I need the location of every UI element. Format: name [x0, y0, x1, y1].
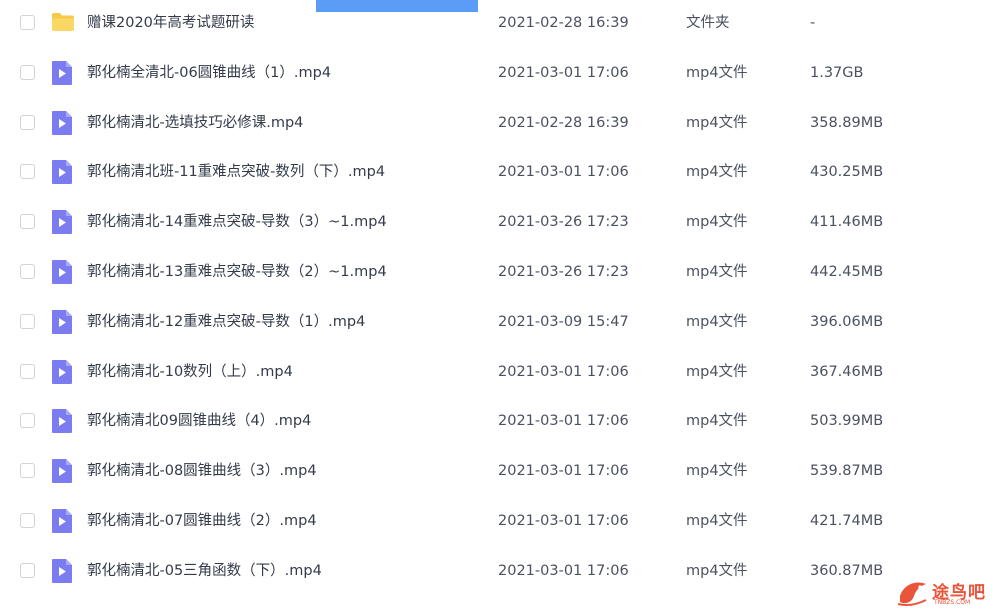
- file-row[interactable]: 郭化楠清北09圆锥曲线（4）.mp4 2021-03-01 17:06 mp4文件 5…: [0, 397, 1000, 447]
- video-file-icon: [51, 309, 73, 335]
- row-checkbox[interactable]: [20, 64, 35, 80]
- row-checkbox[interactable]: [20, 313, 35, 329]
- row-checkbox[interactable]: [20, 463, 35, 479]
- file-type: mp4文件: [686, 264, 748, 280]
- file-size: 411.46MB: [810, 214, 884, 231]
- file-name[interactable]: 郭化楠清北班-11重难点突破-数列（下）.mp4: [87, 162, 385, 182]
- video-file-icon: [51, 259, 73, 285]
- video-file-icon: [51, 159, 73, 185]
- file-row[interactable]: 郭化楠清北-14重难点突破-导数（3）~1.mp4 2021-03-26 17:2…: [0, 198, 1000, 248]
- folder-icon: [51, 11, 74, 37]
- file-size: 367.46MB: [810, 363, 884, 380]
- file-size: -: [810, 15, 816, 31]
- row-checkbox[interactable]: [20, 114, 35, 130]
- file-modified-date: 2021-02-28 16:39: [498, 114, 629, 131]
- file-row[interactable]: 郭化楠清北班-11重难点突破-数列（下）.mp4 2021-03-01 17:06…: [0, 148, 1000, 198]
- file-type: mp4文件: [686, 114, 748, 131]
- file-size: 430.25MB: [810, 164, 884, 181]
- file-modified-date: 2021-03-01 17:06: [498, 413, 629, 430]
- file-row[interactable]: 郭化楠清北-05三角函数（下）.mp4 2021-03-01 17:06 mp4文件…: [0, 547, 1000, 597]
- file-modified-date: 2021-02-28 16:39: [498, 15, 629, 31]
- file-name[interactable]: 郭化楠清北-14重难点突破-导数（3）~1.mp4: [87, 212, 387, 232]
- file-type: mp4文件: [686, 463, 748, 480]
- site-watermark: 途鸟吧 TNBZS.COM: [896, 577, 992, 609]
- file-row[interactable]: 郭化楠清北-选填技巧必修课.mp4 2021-02-28 16:39 mp4文件 35…: [0, 99, 1000, 149]
- video-file-icon: [51, 110, 73, 136]
- bird-logo-icon: [897, 582, 927, 606]
- file-manager-viewport: 赠课2020年高考试题研读 2021-02-28 16:39 文件夹 - 郭化楠全清北-…: [0, 0, 1000, 614]
- row-checkbox[interactable]: [20, 264, 35, 279]
- video-file-icon: [51, 60, 73, 86]
- row-checkbox[interactable]: [20, 413, 35, 429]
- file-size: 1.37GB: [810, 64, 864, 81]
- video-file-icon: [51, 458, 73, 484]
- file-name[interactable]: 郭化楠清北-12重难点突破-导数（1）.mp4: [87, 312, 365, 332]
- file-name[interactable]: 郭化楠清北-08圆锥曲线（3）.mp4: [87, 461, 317, 481]
- file-name[interactable]: 郭化楠清北-05三角函数（下）.mp4: [87, 561, 322, 581]
- file-modified-date: 2021-03-26 17:23: [498, 264, 629, 280]
- file-size: 360.87MB: [810, 562, 884, 579]
- file-row[interactable]: 郭化楠清北-08圆锥曲线（3）.mp4 2021-03-01 17:06 mp4文件…: [0, 447, 1000, 497]
- watermark-subtext: TNBZS.COM: [934, 599, 971, 606]
- file-row[interactable]: 郭化楠清北-07圆锥曲线（2）.mp4 2021-03-01 17:06 mp4文件…: [0, 497, 1000, 547]
- video-file-icon: [51, 408, 73, 434]
- file-modified-date: 2021-03-01 17:06: [498, 363, 629, 380]
- video-file-icon: [51, 359, 73, 385]
- video-file-icon: [51, 558, 73, 584]
- file-type: 文件夹: [686, 15, 730, 31]
- file-name[interactable]: 郭化楠清北09圆锥曲线（4）.mp4: [87, 411, 311, 431]
- file-size: 396.06MB: [810, 313, 884, 330]
- file-size: 539.87MB: [810, 463, 884, 480]
- file-modified-date: 2021-03-01 17:06: [498, 463, 629, 480]
- row-checkbox[interactable]: [20, 562, 35, 578]
- file-row[interactable]: 赠课2020年高考试题研读 2021-02-28 16:39 文件夹 -: [0, 0, 1000, 49]
- file-modified-date: 2021-03-09 15:47: [498, 313, 629, 330]
- row-checkbox[interactable]: [20, 363, 35, 379]
- file-size: 358.89MB: [810, 114, 884, 131]
- video-file-icon: [51, 209, 73, 235]
- file-type: mp4文件: [686, 164, 748, 181]
- file-type: mp4文件: [686, 313, 748, 330]
- file-name[interactable]: 郭化楠清北-10数列（上）.mp4: [87, 362, 293, 382]
- file-type: mp4文件: [686, 214, 748, 231]
- file-row[interactable]: 郭化楠全清北-06圆锥曲线（1）.mp4 2021-03-01 17:06 mp4文…: [0, 49, 1000, 99]
- file-modified-date: 2021-03-01 17:06: [498, 562, 629, 579]
- file-size: 421.74MB: [810, 513, 884, 529]
- file-name[interactable]: 郭化楠清北-选填技巧必修课.mp4: [87, 113, 303, 133]
- file-modified-date: 2021-03-01 17:06: [498, 164, 629, 181]
- file-name[interactable]: 郭化楠清北-07圆锥曲线（2）.mp4: [87, 511, 317, 531]
- file-size: 442.45MB: [810, 264, 884, 280]
- file-type: mp4文件: [686, 64, 748, 81]
- row-checkbox[interactable]: [20, 164, 35, 180]
- file-type: mp4文件: [686, 363, 748, 380]
- file-type: mp4文件: [686, 562, 748, 579]
- file-size: 503.99MB: [810, 413, 884, 430]
- file-type: mp4文件: [686, 413, 748, 430]
- file-name[interactable]: 郭化楠全清北-06圆锥曲线（1）.mp4: [87, 63, 331, 83]
- file-row[interactable]: 郭化楠清北-13重难点突破-导数（2）~1.mp4 2021-03-26 17:2…: [0, 248, 1000, 298]
- row-checkbox[interactable]: [20, 15, 35, 30]
- row-checkbox[interactable]: [20, 214, 35, 230]
- video-file-icon: [51, 508, 73, 534]
- row-checkbox[interactable]: [20, 513, 35, 528]
- file-modified-date: 2021-03-01 17:06: [498, 513, 629, 529]
- file-row[interactable]: 郭化楠清北-10数列（上）.mp4 2021-03-01 17:06 mp4文件 36…: [0, 348, 1000, 398]
- file-type: mp4文件: [686, 513, 748, 529]
- file-row[interactable]: 郭化楠清北-12重难点突破-导数（1）.mp4 2021-03-09 15:47 m…: [0, 298, 1000, 348]
- file-name[interactable]: 赠课2020年高考试题研读: [87, 13, 254, 33]
- file-modified-date: 2021-03-26 17:23: [498, 214, 629, 231]
- file-name[interactable]: 郭化楠清北-13重难点突破-导数（2）~1.mp4: [87, 262, 387, 282]
- file-modified-date: 2021-03-01 17:06: [498, 64, 629, 81]
